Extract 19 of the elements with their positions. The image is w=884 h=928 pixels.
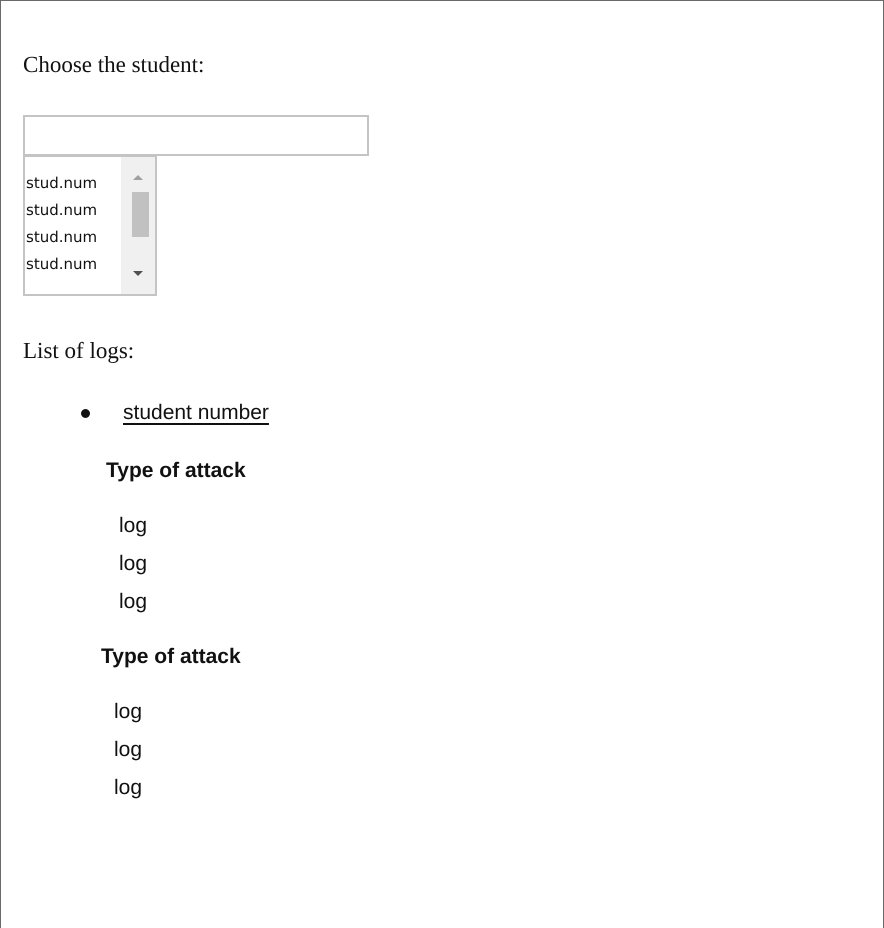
student-link[interactable]: student number — [123, 399, 269, 427]
list-option[interactable]: stud.num — [25, 197, 121, 224]
search-field[interactable] — [23, 115, 369, 156]
scrollbar-icon[interactable] — [121, 157, 155, 294]
log-entry: log — [119, 551, 148, 577]
log-entry: log — [114, 737, 144, 763]
list-option[interactable]: stud.num — [25, 251, 121, 278]
log-entry: log — [119, 589, 148, 615]
log-entry: log — [114, 699, 144, 725]
bullet-icon — [81, 408, 90, 418]
prompt-label: Choose the student: — [23, 51, 206, 79]
student-listbox[interactable]: stud.num stud.num stud.num stud.num — [23, 156, 157, 296]
attack-type-heading: Type of attack — [101, 644, 242, 670]
section-heading: List of logs: — [23, 337, 136, 365]
log-entry: log — [114, 775, 144, 801]
list-option[interactable]: stud.num — [25, 224, 121, 251]
list-option[interactable]: stud.num — [25, 170, 121, 197]
attack-type-heading: Type of attack — [106, 458, 247, 484]
log-entry: log — [119, 513, 148, 539]
